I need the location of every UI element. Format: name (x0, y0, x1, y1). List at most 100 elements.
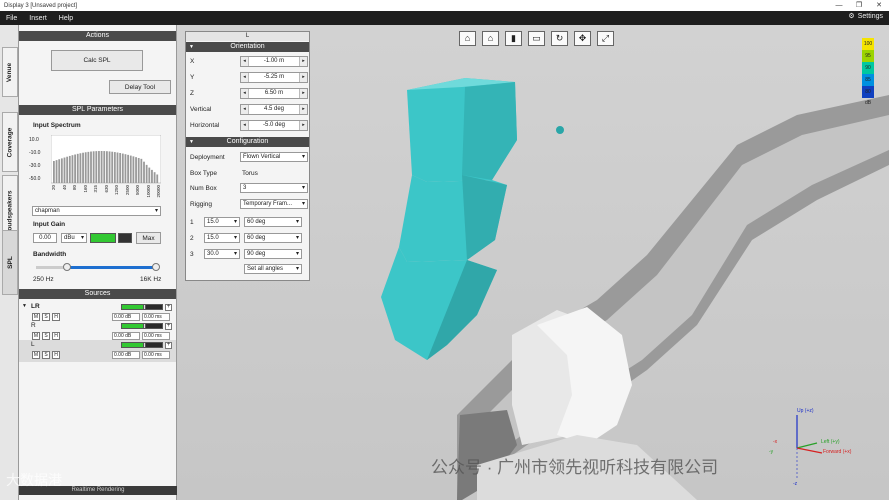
source-gain-field[interactable]: 0.00 dB (112, 332, 140, 340)
box-row: 2 15.0 60 deg (190, 232, 308, 246)
box-angle-select[interactable]: 15.0 (204, 217, 240, 227)
add-icon[interactable]: + (165, 304, 172, 311)
perspective-icon[interactable]: ⌂ (459, 31, 476, 46)
set-all-angles-select[interactable]: Set all angles (244, 264, 302, 274)
add-icon[interactable]: + (165, 323, 172, 330)
collapse-icon[interactable]: ▼ (189, 137, 194, 147)
source-level-knob[interactable] (143, 342, 146, 348)
configuration-header[interactable]: ▼ Configuration (186, 137, 309, 147)
menu-file[interactable]: File (0, 15, 23, 22)
increment-icon[interactable]: ▸ (299, 57, 307, 66)
box-type-row: Box Type Torus (190, 167, 308, 181)
vertical-value: 4.5 deg (263, 106, 285, 112)
x-spinbox[interactable]: ◂ -1.00 m ▸ (240, 56, 308, 67)
bandwidth-low-handle[interactable] (63, 263, 71, 271)
mute-button[interactable]: M (32, 351, 40, 359)
decrement-icon[interactable]: ◂ (241, 105, 249, 114)
mute-button[interactable]: M (32, 332, 40, 340)
front-view-icon[interactable]: ▮ (505, 31, 522, 46)
solo-button[interactable]: S (42, 332, 50, 340)
y-spinbox[interactable]: ◂ -5.25 m ▸ (240, 72, 308, 83)
rotate-icon[interactable]: ↻ (551, 31, 568, 46)
close-icon[interactable]: ✕ (869, 0, 889, 11)
source-row-selected[interactable]: L + M S H 0.00 dB 0.00 ms (19, 340, 176, 362)
source-level-knob[interactable] (143, 304, 146, 310)
solo-button[interactable]: S (42, 313, 50, 321)
minimize-icon[interactable]: — (829, 0, 849, 11)
max-button[interactable]: Max (136, 232, 161, 244)
gain-dark-swatch[interactable] (118, 233, 132, 243)
spectrum-xtick: 80 (72, 185, 77, 191)
gain-color-swatch[interactable] (90, 233, 116, 243)
tab-venue[interactable]: Venue (2, 47, 18, 97)
horizontal-spinbox[interactable]: ◂ -5.0 deg ▸ (240, 120, 308, 131)
source-gain-field[interactable]: 0.00 dB (112, 351, 140, 359)
y-value: -5.25 m (263, 74, 285, 80)
orientation-header[interactable]: ▼ Orientation (186, 42, 309, 52)
hide-button[interactable]: H (52, 332, 60, 340)
rigging-select[interactable]: Temporary Fram... (240, 199, 308, 209)
box-angle-select[interactable]: 15.0 (204, 233, 240, 243)
spectrum-bar (92, 151, 95, 183)
source-level-meter[interactable] (121, 304, 163, 310)
expand-icon[interactable]: ▼ (22, 303, 27, 309)
increment-icon[interactable]: ▸ (299, 73, 307, 82)
fit-icon[interactable]: ⤢ (597, 31, 614, 46)
decrement-icon[interactable]: ◂ (241, 89, 249, 98)
bandwidth-high-handle[interactable] (152, 263, 160, 271)
top-view-icon[interactable]: ▭ (528, 31, 545, 46)
hide-button[interactable]: H (52, 313, 60, 321)
solo-button[interactable]: S (42, 351, 50, 359)
decrement-icon[interactable]: ◂ (241, 57, 249, 66)
calc-spl-button[interactable]: Calc SPL (51, 50, 143, 71)
gain-value-field[interactable]: 0.00 (33, 233, 57, 243)
spectrum-preset-select[interactable]: chapman (32, 206, 161, 216)
gain-unit-select[interactable]: dBu (61, 233, 87, 243)
tab-spl[interactable]: SPL (2, 230, 18, 295)
source-level-meter[interactable] (121, 323, 163, 329)
z-spinbox[interactable]: ◂ 6.50 m ▸ (240, 88, 308, 99)
menu-help[interactable]: Help (53, 15, 79, 22)
deployment-select[interactable]: Flown Vertical (240, 152, 308, 162)
menu-insert[interactable]: Insert (23, 15, 53, 22)
decrement-icon[interactable]: ◂ (241, 73, 249, 82)
increment-icon[interactable]: ▸ (299, 105, 307, 114)
box-dispersion-select[interactable]: 60 deg (244, 217, 302, 227)
legend-value: 90 (862, 62, 874, 74)
source-level-meter[interactable] (121, 342, 163, 348)
delay-tool-button[interactable]: Delay Tool (109, 80, 171, 94)
deployment-label: Deployment (190, 154, 225, 161)
increment-icon[interactable]: ▸ (299, 89, 307, 98)
sources-header: Sources (19, 289, 176, 299)
box-dispersion-select[interactable]: 60 deg (244, 233, 302, 243)
restore-icon[interactable]: ❐ (849, 0, 869, 11)
source-delay-field[interactable]: 0.00 ms (142, 351, 170, 359)
mute-button[interactable]: M (32, 313, 40, 321)
spectrum-bar (66, 156, 69, 183)
settings-button[interactable]: ⚙ Settings (848, 12, 883, 21)
increment-icon[interactable]: ▸ (299, 121, 307, 130)
source-level-knob[interactable] (143, 323, 146, 329)
box-dispersion-select[interactable]: 90 deg (244, 249, 302, 259)
spectrum-bar (143, 161, 145, 183)
hide-button[interactable]: H (52, 351, 60, 359)
bandwidth-high-value: 16K Hz (140, 276, 162, 283)
source-delay-field[interactable]: 0.00 ms (142, 332, 170, 340)
pan-icon[interactable]: ✥ (574, 31, 591, 46)
box-row: 1 15.0 60 deg (190, 216, 308, 230)
add-icon[interactable]: + (165, 342, 172, 349)
tab-coverage[interactable]: Coverage (2, 112, 18, 172)
decrement-icon[interactable]: ◂ (241, 121, 249, 130)
box-type-value: Torus (242, 170, 258, 177)
spectrum-xtick: 20000 (156, 185, 161, 198)
box-angle-select[interactable]: 30.0 (204, 249, 240, 259)
y-row: Y ◂ -5.25 m ▸ (190, 71, 308, 85)
spectrum-bar (108, 151, 111, 183)
vertical-spinbox[interactable]: ◂ 4.5 deg ▸ (240, 104, 308, 115)
collapse-icon[interactable]: ▼ (189, 42, 194, 52)
source-gain-field[interactable]: 0.00 dB (112, 313, 140, 321)
spectrum-bar (145, 164, 148, 183)
num-box-select[interactable]: 3 (240, 183, 308, 193)
source-delay-field[interactable]: 0.00 ms (142, 313, 170, 321)
home-icon[interactable]: ⌂ (482, 31, 499, 46)
